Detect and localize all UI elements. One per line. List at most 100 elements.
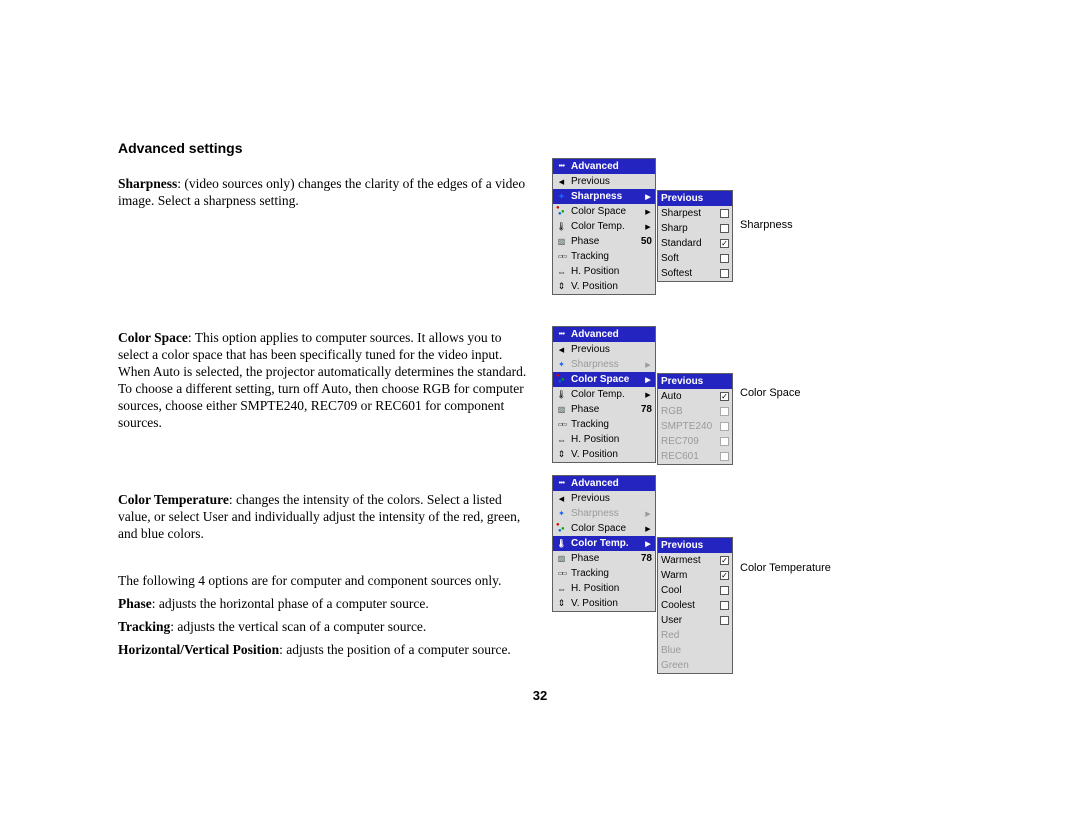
radio-icon xyxy=(720,586,729,595)
radio-checked-icon xyxy=(720,556,729,565)
menu-item-hpos[interactable]: H. Position xyxy=(553,581,655,596)
menu-item-value: 50 xyxy=(634,236,652,247)
submenu-item-cool[interactable]: Cool xyxy=(658,583,732,598)
menu-item-colorspace[interactable]: ●Color Space xyxy=(553,204,655,219)
menu-item-label: Sharpness xyxy=(571,191,640,202)
menu-item-value: 78 xyxy=(634,404,652,415)
text-hvpos: : adjusts the position of a computer sou… xyxy=(279,642,511,657)
radio-icon xyxy=(720,209,729,218)
submenu-item-soft[interactable]: Soft xyxy=(658,251,732,266)
submenu-item-rgb-disabled: RGB xyxy=(658,404,732,419)
hpos-icon xyxy=(556,434,567,445)
submenu-item-warmest[interactable]: Warmest xyxy=(658,553,732,568)
menu-item-sharpness[interactable]: Sharpness xyxy=(553,189,655,204)
menu-item-colortemp[interactable]: Color Temp. xyxy=(553,536,655,551)
menu-item-label: Phase xyxy=(571,236,630,247)
submenu-item-warm[interactable]: Warm xyxy=(658,568,732,583)
menu-item-vpos[interactable]: V. Position xyxy=(553,279,655,294)
sharpness-icon xyxy=(556,359,567,370)
text-sharpness: : (video sources only) changes the clari… xyxy=(118,176,525,208)
submenu-item-label: Green xyxy=(661,660,729,671)
submenu-item-smpte240-disabled: SMPTE240 xyxy=(658,419,732,434)
phase-icon xyxy=(556,553,567,564)
colorspace-icon: ● xyxy=(556,374,567,385)
menu-group-sharpness: Advanced Previous Sharpness ●Color Space… xyxy=(552,158,733,295)
menu-item-label: Tracking xyxy=(571,419,652,430)
submenu-item-label: Warmest xyxy=(661,555,716,566)
menu-item-phase[interactable]: Phase78 xyxy=(553,551,655,566)
menu-title-label: Advanced xyxy=(571,329,652,340)
menu-item-label: Phase xyxy=(571,553,630,564)
term-colorspace: Color Space xyxy=(118,330,188,345)
submenu-item-label: Standard xyxy=(661,238,716,249)
menu-item-hpos[interactable]: H. Position xyxy=(553,432,655,447)
menu-item-label: Color Temp. xyxy=(571,538,640,549)
menu-item-tracking[interactable]: Tracking xyxy=(553,566,655,581)
menu-item-previous[interactable]: Previous xyxy=(553,342,655,357)
submenu-item-label: Blue xyxy=(661,645,729,656)
submenu-item-label: Sharpest xyxy=(661,208,716,219)
menu-advanced-1: Advanced Previous Sharpness ●Color Space… xyxy=(552,158,656,295)
dots-icon xyxy=(556,329,567,340)
para-colorspace: Color Space: This option applies to comp… xyxy=(118,329,528,431)
submenu-item-standard[interactable]: Standard xyxy=(658,236,732,251)
menu-item-hpos[interactable]: H. Position xyxy=(553,264,655,279)
submenu-item-label: REC709 xyxy=(661,436,716,447)
menu-item-tracking[interactable]: Tracking xyxy=(553,249,655,264)
phase-icon xyxy=(556,236,567,247)
menu-item-label: V. Position xyxy=(571,449,652,460)
vpos-icon xyxy=(556,449,567,460)
term-colortemp: Color Temperature xyxy=(118,492,229,507)
submenu-item-label: Sharp xyxy=(661,223,716,234)
submenu-colortemp: Previous Warmest Warm Cool Coolest User … xyxy=(657,537,733,674)
menu-item-label: Previous xyxy=(571,344,652,355)
menu-item-phase[interactable]: Phase78 xyxy=(553,402,655,417)
chevron-right-icon xyxy=(644,389,652,400)
submenu-item-coolest[interactable]: Coolest xyxy=(658,598,732,613)
menu-item-colorspace[interactable]: ●Color Space xyxy=(553,521,655,536)
menu-item-colortemp[interactable]: Color Temp. xyxy=(553,387,655,402)
text-colorspace: : This option applies to computer source… xyxy=(118,330,526,430)
submenu-item-label: Soft xyxy=(661,253,716,264)
menu-item-vpos[interactable]: V. Position xyxy=(553,447,655,462)
menu-item-colorspace[interactable]: ● Color Space xyxy=(553,372,655,387)
menu-item-previous[interactable]: Previous xyxy=(553,491,655,506)
menu-item-previous[interactable]: Previous xyxy=(553,174,655,189)
submenu-item-softest[interactable]: Softest xyxy=(658,266,732,281)
para-sharpness: Sharpness: (video sources only) changes … xyxy=(118,175,528,209)
menu-item-label: V. Position xyxy=(571,598,652,609)
menu-item-label: Color Space xyxy=(571,374,640,385)
submenu-title: Previous xyxy=(658,538,732,553)
submenu-item-label: Cool xyxy=(661,585,716,596)
chevron-right-icon xyxy=(644,359,652,370)
chevron-right-icon xyxy=(644,374,652,385)
menu-item-phase[interactable]: Phase 50 xyxy=(553,234,655,249)
colorspace-icon: ● xyxy=(556,523,567,534)
submenu-title-label: Previous xyxy=(661,376,729,387)
radio-icon xyxy=(720,422,729,431)
text-tracking: : adjusts the vertical scan of a compute… xyxy=(170,619,426,634)
tracking-icon xyxy=(556,419,567,430)
back-icon xyxy=(556,344,567,355)
submenu-title-label: Previous xyxy=(661,193,729,204)
submenu-item-rec601-disabled: REC601 xyxy=(658,449,732,464)
hpos-icon xyxy=(556,583,567,594)
caption-colortemp: Color Temperature xyxy=(740,562,831,574)
para-colortemp: Color Temperature: changes the intensity… xyxy=(118,491,528,542)
radio-icon xyxy=(720,616,729,625)
menu-title-label: Advanced xyxy=(571,478,652,489)
menu-item-colortemp[interactable]: Color Temp. xyxy=(553,219,655,234)
menu-item-tracking[interactable]: Tracking xyxy=(553,417,655,432)
menu-item-vpos[interactable]: V. Position xyxy=(553,596,655,611)
submenu-item-auto[interactable]: Auto xyxy=(658,389,732,404)
menu-advanced-2: Advanced Previous Sharpness ● Color Space… xyxy=(552,326,656,463)
menu-item-label: Sharpness xyxy=(571,359,640,370)
menu-item-label: H. Position xyxy=(571,266,652,277)
para-four-options: The following 4 options are for computer… xyxy=(118,572,528,589)
submenu-item-sharp[interactable]: Sharp xyxy=(658,221,732,236)
submenu-item-sharpest[interactable]: Sharpest xyxy=(658,206,732,221)
submenu-item-label: REC601 xyxy=(661,451,716,462)
submenu-item-user[interactable]: User xyxy=(658,613,732,628)
text-phase: : adjusts the horizontal phase of a comp… xyxy=(152,596,429,611)
colortemp-icon xyxy=(556,389,567,400)
